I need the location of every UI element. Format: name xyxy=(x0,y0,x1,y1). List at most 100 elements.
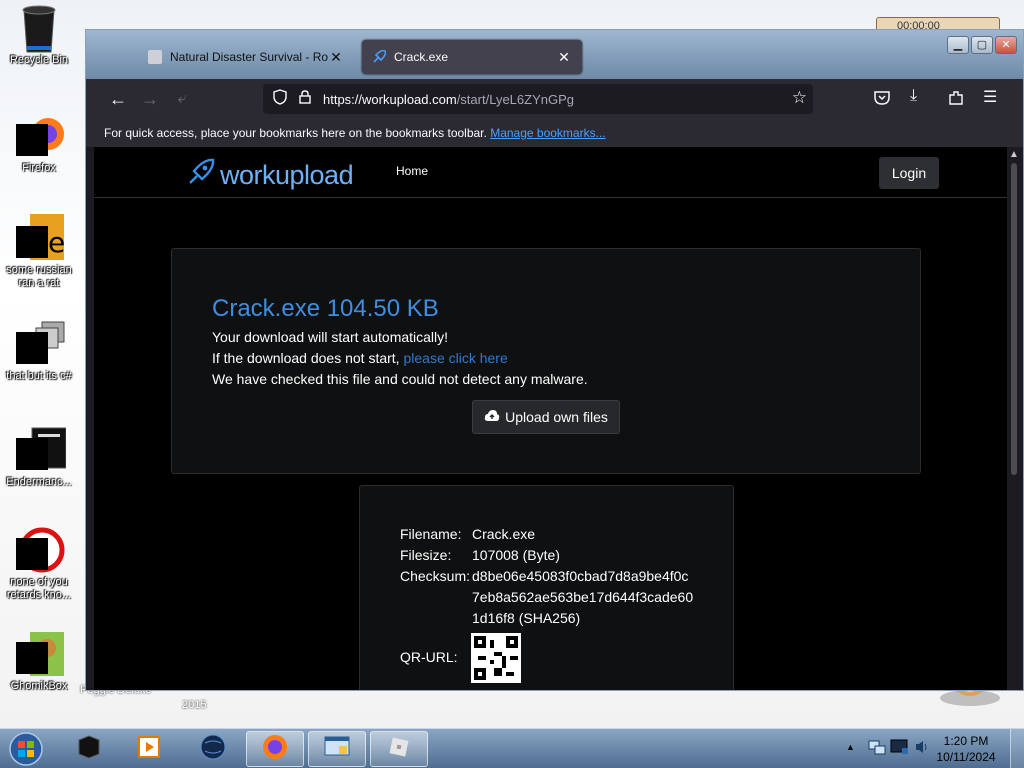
checksum-line: 1d16f8 (SHA256) xyxy=(472,610,581,626)
bookmarks-toolbar: For quick access, place your bookmarks h… xyxy=(86,119,1023,147)
taskbar-clock[interactable]: 1:20 PM 10/11/2024 xyxy=(935,733,997,765)
bookmark-star-icon[interactable]: ☆ xyxy=(792,88,807,108)
desktop-icon-enderman[interactable]: Endermanc... xyxy=(0,426,78,489)
cloud-upload-icon xyxy=(484,409,500,426)
pocket-icon[interactable] xyxy=(873,89,891,112)
filesize-label: Filesize: xyxy=(400,547,452,563)
qr-code-image[interactable] xyxy=(471,633,521,683)
checksum-line: 7eb8a562ae563be17d644f3cade60 xyxy=(472,589,694,605)
lock-icon[interactable] xyxy=(299,89,313,109)
url-path: /start/LyeL6ZYnGPg xyxy=(456,91,574,107)
window-explorer-icon xyxy=(323,734,351,765)
recycle-bin-icon xyxy=(16,4,62,53)
maximize-button[interactable]: ▢ xyxy=(971,36,993,54)
roblox-icon xyxy=(386,734,412,765)
close-window-button[interactable]: ✕ xyxy=(995,36,1017,54)
desktop-icon-label: none of you retards kno... xyxy=(6,576,72,601)
desktop-icon-label: that but its c# xyxy=(6,370,72,382)
tab-roblox[interactable]: Natural Disaster Survival - Roblox ✕ xyxy=(138,40,354,74)
url-bar[interactable]: https://workupload.com/start/LyeL6ZYnGPg… xyxy=(263,84,813,114)
desktop-icon-label: Endermanc... xyxy=(6,476,72,488)
nav-home-link[interactable]: Home xyxy=(396,164,428,178)
downloads-icon[interactable]: ⤓ xyxy=(910,87,917,105)
reload-icon[interactable]: ⤶ xyxy=(166,83,198,115)
show-desktop-button[interactable] xyxy=(1010,729,1024,768)
page-content: workupload Home Login Crack.exe 104.50 K… xyxy=(94,147,1007,690)
workupload-favicon-icon xyxy=(372,49,387,64)
forward-arrow-icon[interactable]: → xyxy=(134,83,166,115)
desktop-icon-russian[interactable]: e some russian ran a rat xyxy=(0,214,78,290)
desktop-icon-csharp[interactable]: that but its c# xyxy=(0,320,78,383)
page-icon xyxy=(148,50,162,64)
malware-check-text: We have checked this file and could not … xyxy=(212,371,588,387)
network-icon[interactable] xyxy=(868,738,886,761)
checksum-row: Checksum: d8be06e45083f0cbad7d8a9be4f0c … xyxy=(400,568,693,627)
site-header: workupload Home Login xyxy=(94,147,1007,198)
filename-label: Filename: xyxy=(400,526,462,542)
extensions-icon[interactable] xyxy=(947,89,965,112)
tray-expand-arrow-icon[interactable]: ▲ xyxy=(846,742,855,752)
taskbar-app-roblox[interactable] xyxy=(370,731,428,767)
tab-title: Crack.exe xyxy=(394,50,449,64)
clock-time: 1:20 PM xyxy=(943,734,989,748)
page-scrollbar[interactable]: ▲ xyxy=(1007,147,1021,690)
desktop-icon-label: Firefox xyxy=(22,162,56,174)
back-arrow-icon[interactable]: ← xyxy=(102,83,134,115)
filesize-value: 107008 (Byte) xyxy=(472,547,560,563)
workupload-logo[interactable]: workupload xyxy=(186,157,354,193)
desktop-icon-recycle-bin[interactable]: Recycle Bin xyxy=(0,4,78,67)
partial-desktop-label: 2015 xyxy=(182,699,207,711)
redaction-box xyxy=(16,642,48,674)
tab-title: Natural Disaster Survival - Roblox xyxy=(170,50,328,64)
desktop-icon-ghomikbox[interactable]: GhomikBox xyxy=(0,630,78,693)
taskbar-app-firefox[interactable] xyxy=(246,731,304,767)
qr-label: QR-URL: xyxy=(400,649,458,665)
checksum-label: Checksum: xyxy=(400,568,471,584)
redaction-box xyxy=(16,438,48,470)
scroll-up-arrow-icon[interactable]: ▲ xyxy=(1009,149,1019,160)
download-title: Crack.exe 104.50 KB xyxy=(212,295,439,322)
system-tray: ▲ 1:20 PM 10/11/2024 xyxy=(842,729,1024,768)
filename-row: Filename: Crack.exe xyxy=(400,526,535,543)
app-icon xyxy=(16,426,67,472)
checksum-value: d8be06e45083f0cbad7d8a9be4f0c 7eb8a562ae… xyxy=(472,568,693,627)
manage-bookmarks-link[interactable]: Manage bookmarks... xyxy=(490,126,605,140)
media-player-icon xyxy=(136,734,162,765)
brand-name: workupload xyxy=(220,159,354,190)
tab-close-icon[interactable]: ✕ xyxy=(328,49,344,66)
shield-icon[interactable] xyxy=(273,88,289,110)
minimize-button[interactable]: ▁ xyxy=(947,36,969,54)
display-icon[interactable] xyxy=(890,738,910,761)
download-card: Crack.exe 104.50 KB Your download will s… xyxy=(171,248,921,474)
tab-close-icon[interactable]: ✕ xyxy=(556,49,572,66)
windows-stack-icon xyxy=(16,320,65,366)
svg-text:e: e xyxy=(48,226,65,259)
firefox-icon xyxy=(16,112,64,158)
desktop-icon-none-of-you[interactable]: none of you retards kno... xyxy=(0,526,78,602)
file-info-card: Filename: Crack.exe Filesize: 107008 (By… xyxy=(359,485,734,690)
taskbar-app-globe[interactable] xyxy=(184,731,242,767)
no-sign-icon xyxy=(16,526,65,573)
start-button[interactable] xyxy=(4,730,48,768)
taskbar-app-terminal[interactable] xyxy=(60,731,118,767)
file-icon: e xyxy=(16,214,65,260)
bookmarks-hint: For quick access, place your bookmarks h… xyxy=(104,126,487,140)
window-controls: ▁ ▢ ✕ xyxy=(947,36,1017,54)
tab-crack-exe[interactable]: Crack.exe ✕ xyxy=(362,40,582,74)
black-cube-icon xyxy=(75,734,103,765)
click-here-link[interactable]: please click here xyxy=(403,350,507,366)
login-button[interactable]: Login xyxy=(879,157,939,189)
upload-own-files-button[interactable]: Upload own files xyxy=(472,400,620,434)
taskbar-app-media[interactable] xyxy=(120,731,178,767)
scrollbar-thumb[interactable] xyxy=(1011,163,1017,475)
redaction-box xyxy=(16,124,48,156)
browser-window: Natural Disaster Survival - Roblox ✕ Cra… xyxy=(85,29,1024,691)
volume-icon[interactable] xyxy=(914,739,930,760)
firefox-icon xyxy=(261,733,289,766)
menu-hamburger-icon[interactable]: ☰ xyxy=(983,87,997,107)
taskbar-app-explorer[interactable] xyxy=(308,731,366,767)
globe-icon xyxy=(199,733,227,766)
desktop-icon-firefox[interactable]: Firefox xyxy=(0,112,78,175)
hamster-box-icon xyxy=(16,630,64,676)
url-host: https://workupload.com xyxy=(323,91,457,107)
